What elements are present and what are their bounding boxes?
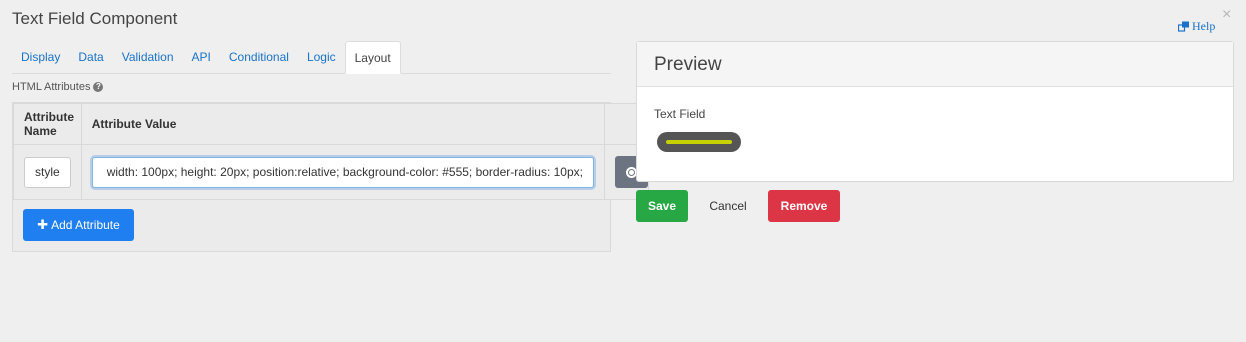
tab-layout[interactable]: Layout — [344, 41, 401, 74]
cancel-button[interactable]: Cancel — [697, 190, 759, 222]
tab-display[interactable]: Display — [12, 41, 69, 74]
tab-validation[interactable]: Validation — [113, 41, 183, 74]
attribute-value-cell: width: 100px; height: 20px; position:rel… — [80, 144, 605, 200]
preview-title: Preview — [637, 42, 1233, 87]
html-attributes-panel: Attribute Name Attribute Value style wid… — [12, 102, 649, 252]
preview-field-bar — [666, 140, 732, 144]
add-attribute-button[interactable]: ✚ Add Attribute — [23, 209, 134, 241]
dialog-title: Text Field Component — [12, 9, 178, 28]
attributes-table: Attribute Name Attribute Value style wid… — [13, 103, 649, 200]
close-icon[interactable]: × — [1222, 7, 1231, 23]
column-header-attribute-name: Attribute Name — [13, 103, 82, 145]
html-attributes-text: HTML Attributes — [12, 81, 91, 93]
html-attributes-label: HTML Attributes ? — [12, 81, 104, 93]
help-link[interactable]: Help — [1178, 19, 1215, 34]
remove-button[interactable]: Remove — [768, 190, 840, 222]
tab-api[interactable]: API — [183, 41, 220, 74]
tab-logic[interactable]: Logic — [298, 41, 345, 74]
preview-text-field[interactable] — [657, 132, 741, 152]
tab-bar: Display Data Validation API Conditional … — [12, 41, 611, 74]
attribute-value-input[interactable]: width: 100px; height: 20px; position:rel… — [91, 156, 594, 188]
plus-icon: ✚ — [37, 217, 49, 232]
external-link-icon — [1178, 21, 1190, 32]
question-circle-icon[interactable]: ? — [93, 82, 104, 92]
column-header-attribute-value: Attribute Value — [80, 103, 605, 145]
preview-panel: Preview Text Field — [636, 41, 1234, 182]
attribute-name-cell: style — [13, 144, 82, 200]
save-button[interactable]: Save — [636, 190, 688, 222]
preview-field-label: Text Field — [654, 107, 706, 121]
attribute-name-input[interactable]: style — [24, 156, 71, 188]
table-row: style width: 100px; height: 20px; positi… — [13, 144, 649, 200]
tab-data[interactable]: Data — [69, 41, 112, 74]
add-attribute-label: Add Attribute — [51, 218, 120, 232]
tab-conditional[interactable]: Conditional — [220, 41, 298, 74]
help-label: Help — [1192, 19, 1216, 33]
